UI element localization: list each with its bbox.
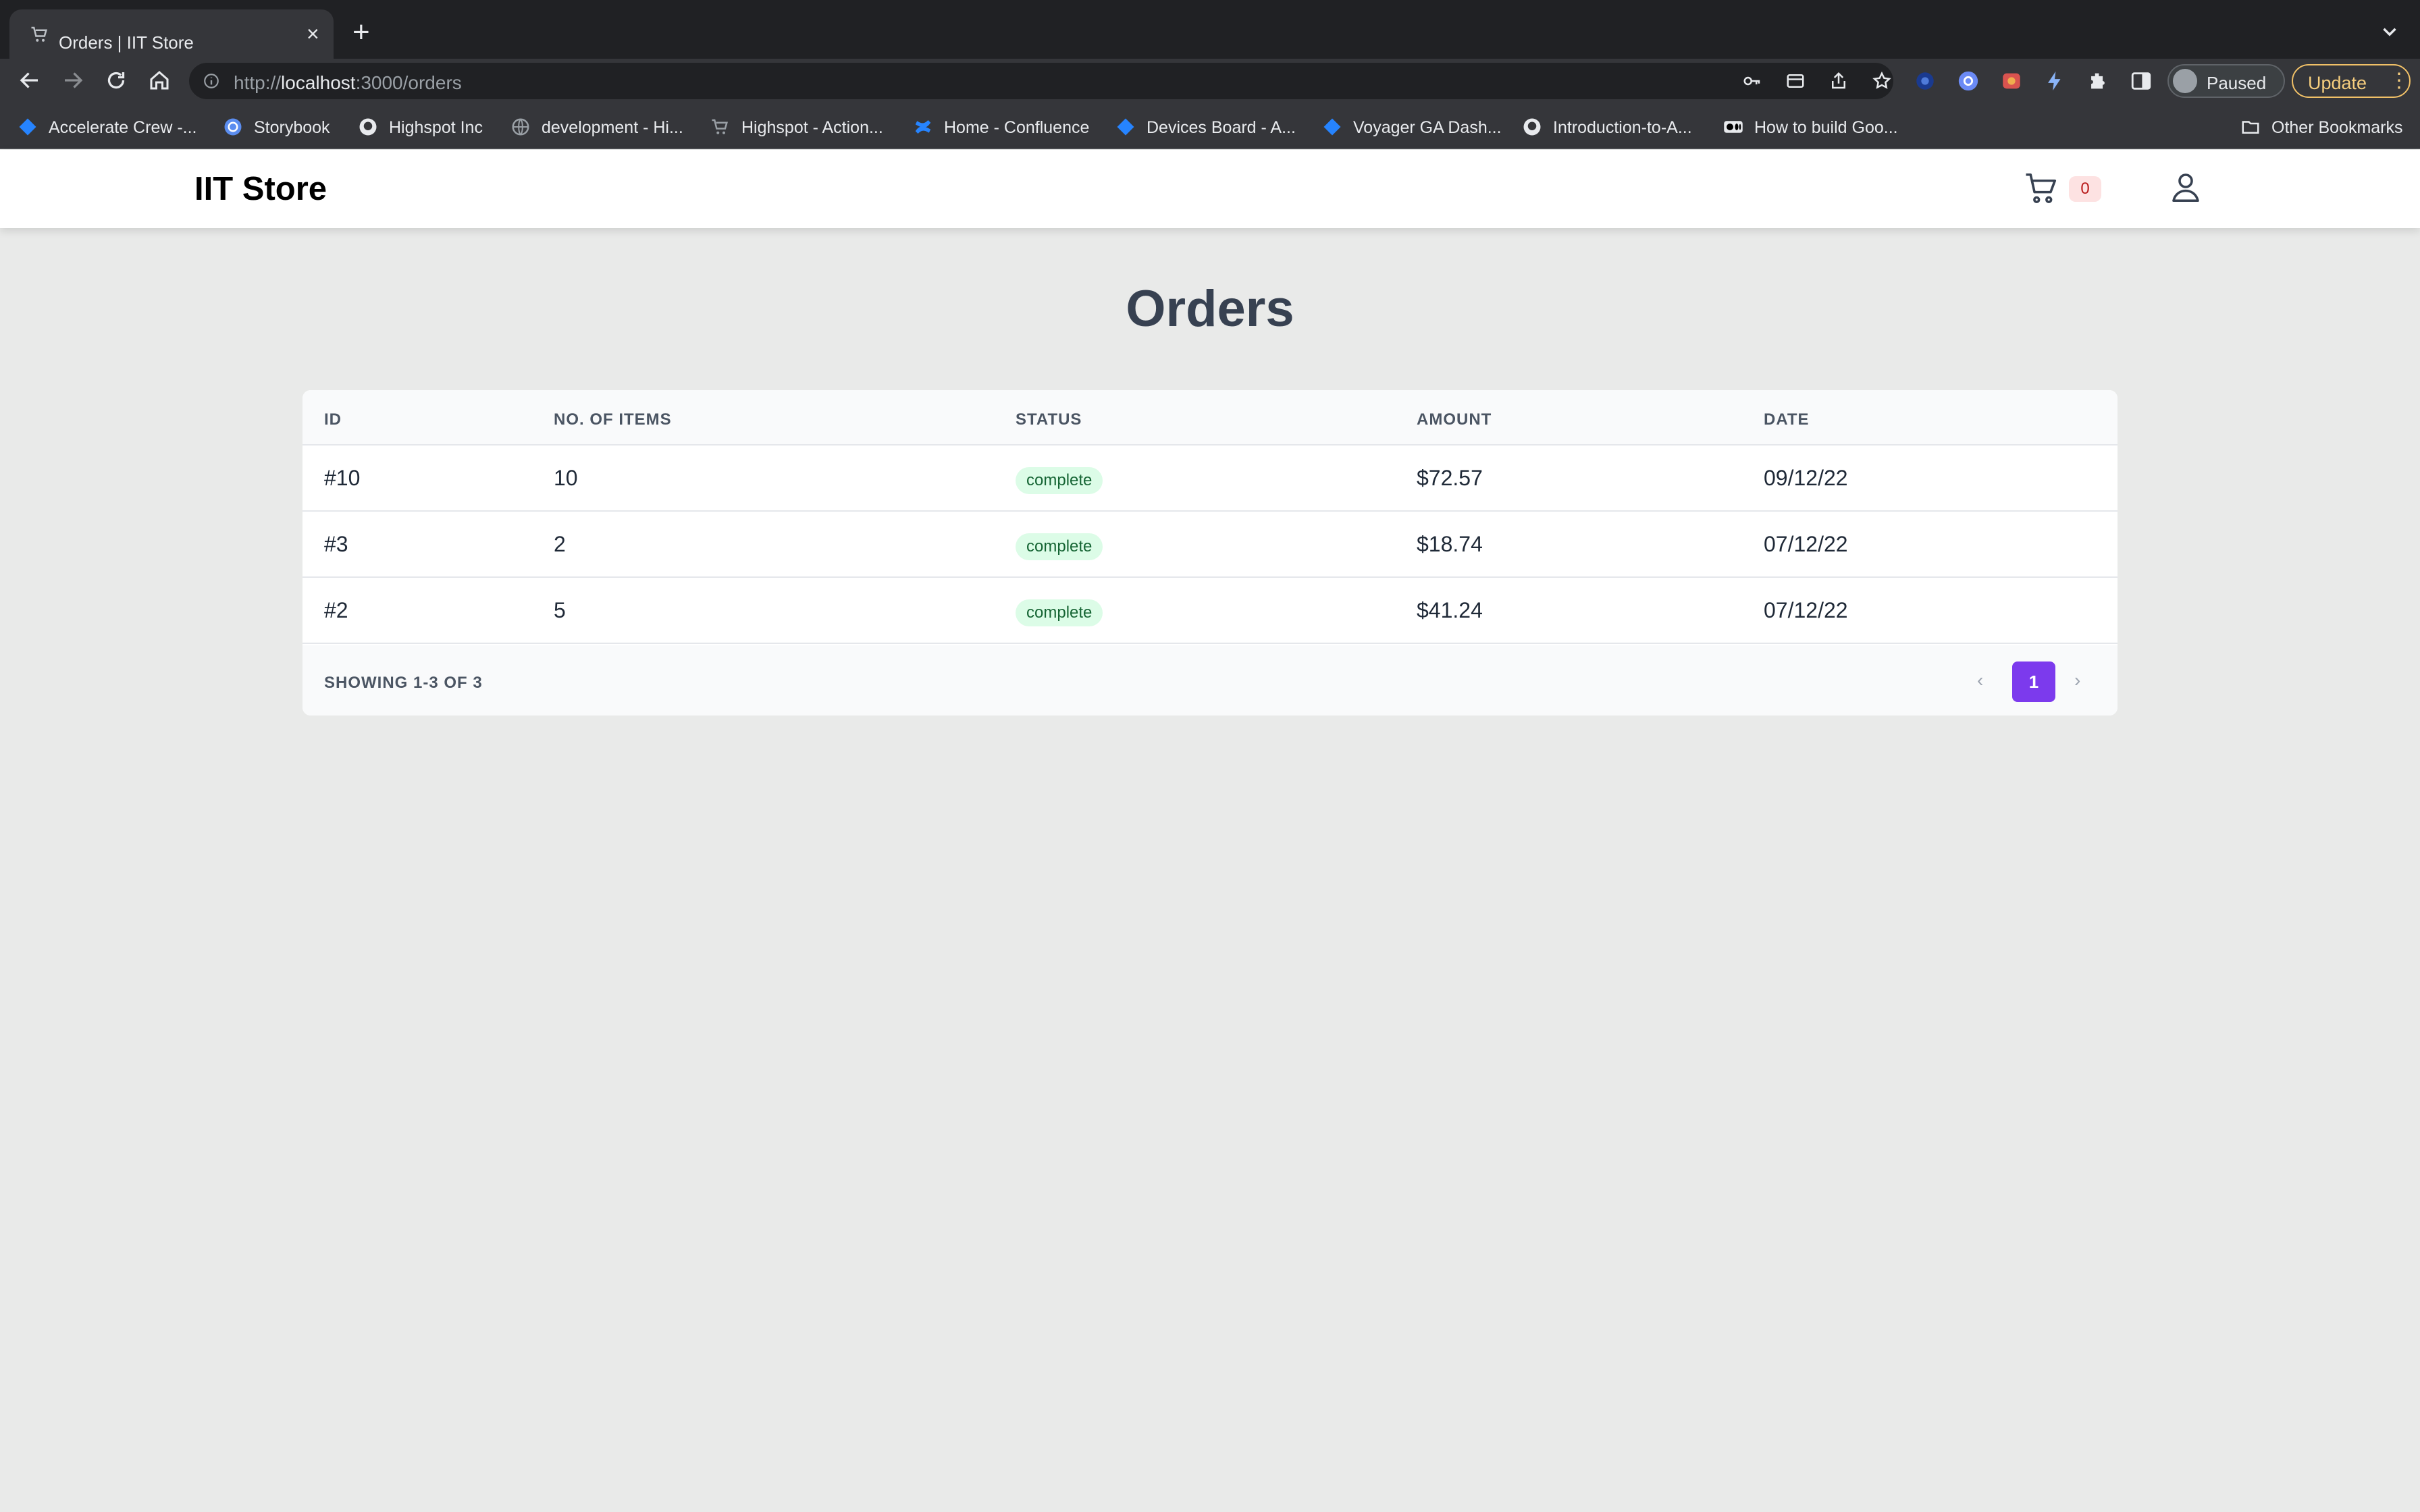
order-date: 09/12/22 bbox=[1764, 466, 1848, 490]
jira-icon bbox=[1323, 118, 1341, 136]
extension-lightning-icon[interactable] bbox=[2043, 70, 2066, 92]
medium-icon bbox=[1724, 121, 1743, 133]
table-header: ID NO. OF ITEMS STATUS AMOUNT DATE bbox=[302, 390, 2118, 446]
table-row[interactable]: #10 10 complete $72.57 09/12/22 bbox=[302, 446, 2118, 512]
order-amount: $72.57 bbox=[1417, 466, 1483, 490]
extension-blue-icon[interactable] bbox=[1914, 70, 1937, 92]
profile-button[interactable]: Paused bbox=[2167, 64, 2285, 98]
orders-table: ID NO. OF ITEMS STATUS AMOUNT DATE #10 1… bbox=[302, 390, 2118, 716]
order-amount: $41.24 bbox=[1417, 598, 1483, 622]
next-page-icon[interactable]: › bbox=[2074, 670, 2080, 691]
page-title: Orders bbox=[1126, 280, 1294, 338]
browser-toolbar: http://localhost:3000/orders Paused Upda… bbox=[0, 59, 2420, 103]
status-badge: complete bbox=[1016, 467, 1103, 494]
globe-icon bbox=[512, 118, 529, 136]
jira-icon bbox=[19, 118, 36, 136]
order-id[interactable]: #10 bbox=[324, 466, 360, 491]
brand-logo[interactable]: IIT Store bbox=[194, 170, 327, 208]
bookmark-star-icon[interactable] bbox=[1872, 71, 1892, 91]
cart-icon bbox=[712, 119, 729, 134]
column-header-date: DATE bbox=[1764, 410, 1810, 429]
order-id[interactable]: #3 bbox=[324, 532, 348, 557]
page-button-current[interactable]: 1 bbox=[2012, 662, 2055, 702]
cart-count-badge[interactable]: 0 bbox=[2069, 176, 2101, 202]
profile-label: Paused bbox=[2207, 73, 2267, 93]
url-text[interactable]: http://localhost:3000/orders bbox=[234, 72, 462, 94]
cart-favicon-icon bbox=[31, 26, 48, 42]
extension-at-icon[interactable] bbox=[1957, 70, 1980, 92]
column-header-status: STATUS bbox=[1016, 410, 1082, 429]
site-header: IIT Store 0 bbox=[0, 150, 2420, 228]
previous-page-icon[interactable]: ‹ bbox=[1977, 670, 1983, 691]
github-icon bbox=[359, 118, 377, 136]
reload-icon[interactable] bbox=[104, 68, 128, 92]
cart-icon[interactable] bbox=[2023, 170, 2059, 207]
more-menu-icon[interactable]: ⋮ bbox=[2389, 71, 2409, 91]
column-header-amount: AMOUNT bbox=[1417, 410, 1492, 429]
status-badge: complete bbox=[1016, 533, 1103, 560]
storybook-icon bbox=[224, 118, 242, 136]
column-header-id: ID bbox=[324, 410, 342, 429]
key-icon[interactable] bbox=[1742, 71, 1762, 91]
order-item-count: 5 bbox=[554, 598, 566, 622]
user-account-icon[interactable] bbox=[2167, 169, 2204, 205]
extension-red-icon[interactable] bbox=[2000, 70, 2023, 92]
extensions-puzzle-icon[interactable] bbox=[2086, 70, 2109, 92]
bookmarks-bar: Accelerate Crew -... Storybook Highspot … bbox=[0, 103, 2420, 149]
back-arrow-icon[interactable] bbox=[18, 68, 42, 92]
new-tab-icon[interactable]: + bbox=[352, 18, 370, 47]
update-label: Update bbox=[2308, 73, 2367, 93]
tab-search-chevron-icon[interactable] bbox=[2378, 20, 2401, 43]
order-date: 07/12/22 bbox=[1764, 598, 1848, 622]
profile-avatar bbox=[2173, 69, 2197, 93]
browser-tab[interactable]: Orders | IIT Store × bbox=[9, 9, 334, 59]
folder-icon bbox=[2242, 121, 2259, 134]
site-info-icon[interactable] bbox=[203, 72, 220, 90]
order-amount: $18.74 bbox=[1417, 532, 1483, 556]
order-item-count: 10 bbox=[554, 466, 578, 490]
order-id[interactable]: #2 bbox=[324, 598, 348, 623]
table-footer: SHOWING 1-3 OF 3 ‹ 1 › bbox=[302, 645, 2118, 716]
github-icon bbox=[1523, 118, 1541, 136]
browser-tab-title: Orders | IIT Store bbox=[59, 32, 194, 53]
table-row[interactable]: #3 2 complete $18.74 07/12/22 bbox=[302, 512, 2118, 578]
home-icon[interactable] bbox=[147, 68, 172, 92]
order-date: 07/12/22 bbox=[1764, 532, 1848, 556]
close-tab-icon[interactable]: × bbox=[307, 23, 319, 45]
table-row[interactable]: #2 5 complete $41.24 07/12/22 bbox=[302, 578, 2118, 644]
browser-tab-strip: Orders | IIT Store × + bbox=[0, 0, 2420, 59]
status-badge: complete bbox=[1016, 599, 1103, 626]
address-bar[interactable]: http://localhost:3000/orders bbox=[189, 63, 1893, 99]
column-header-items: NO. OF ITEMS bbox=[554, 410, 672, 429]
confluence-icon bbox=[915, 120, 931, 134]
card-icon[interactable] bbox=[1785, 71, 1806, 91]
pagination-summary: SHOWING 1-3 OF 3 bbox=[324, 674, 483, 692]
jira-icon bbox=[1117, 118, 1134, 136]
update-button[interactable]: Update ⋮ bbox=[2292, 64, 2411, 98]
side-panel-icon[interactable] bbox=[2130, 70, 2153, 92]
order-item-count: 2 bbox=[554, 532, 566, 556]
share-icon[interactable] bbox=[1829, 71, 1849, 91]
forward-arrow-icon[interactable] bbox=[61, 68, 85, 92]
